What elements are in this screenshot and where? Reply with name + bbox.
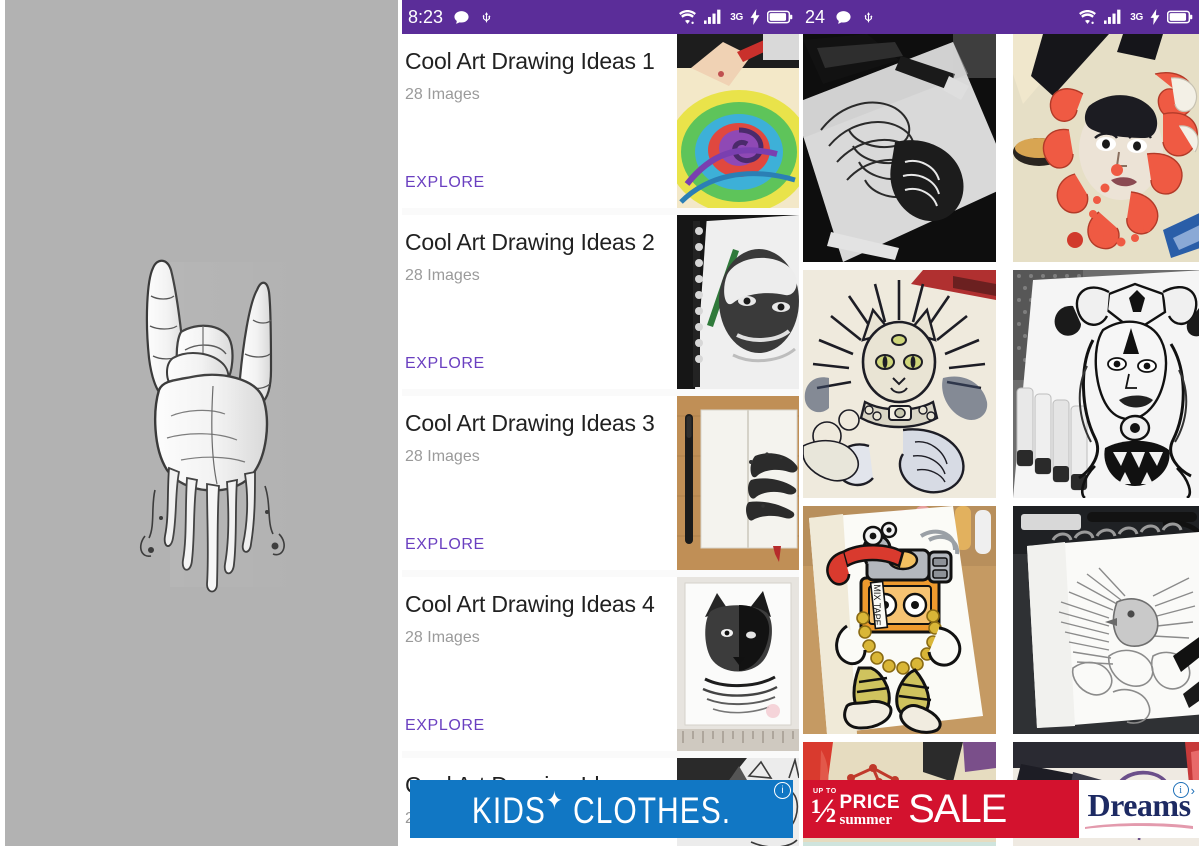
- card-body: Cool Art Drawing Ideas 1 28 Images EXPLO…: [402, 34, 677, 208]
- wifi-icon: [1078, 9, 1097, 25]
- category-list-screen: 8:23 3G Cool Art Drawing Ideas 1 28 Imag…: [402, 0, 799, 846]
- card-thumbnail[interactable]: [677, 396, 799, 570]
- ad-banner-text: KIDS✦ CLOTHES.: [471, 787, 732, 832]
- signal-icon: [704, 9, 723, 25]
- chevron-right-icon[interactable]: ›: [1191, 784, 1195, 797]
- card-subtitle: 28 Images: [405, 267, 480, 284]
- card-subtitle: 28 Images: [405, 629, 480, 646]
- grid-tile[interactable]: [1013, 506, 1199, 734]
- grid-tile[interactable]: [803, 34, 996, 262]
- status-clock: 8:23: [408, 6, 444, 27]
- grid-tile[interactable]: [803, 270, 996, 498]
- list-item[interactable]: Cool Art Drawing Ideas 2 28 Images EXPLO…: [402, 215, 799, 389]
- ad-banner-dreams-sale[interactable]: UP TO ½ PRICE summer SALE Dreams i ›: [803, 780, 1199, 838]
- card-body: Cool Art Drawing Ideas 2 28 Images EXPLO…: [402, 215, 677, 389]
- ad-brand-block: Dreams i ›: [1079, 780, 1199, 838]
- card-title: Cool Art Drawing Ideas 4: [405, 591, 655, 617]
- charging-bolt-icon: [750, 9, 760, 25]
- ad-upto-label: UP TO: [813, 788, 837, 795]
- status-clock: 24: [805, 6, 826, 27]
- screenshot-root: 8:23 3G Cool Art Drawing Ideas 1 28 Imag…: [0, 0, 1200, 846]
- brand-swoosh-icon: [1085, 823, 1193, 829]
- ad-info-badge[interactable]: i: [774, 782, 791, 799]
- wifi-icon: [678, 9, 697, 25]
- ad-price-label: PRICE: [839, 792, 901, 813]
- card-subtitle: 28 Images: [405, 448, 480, 465]
- grid-tile[interactable]: [1013, 34, 1199, 262]
- list-item[interactable]: Cool Art Drawing Ideas 3 28 Images EXPLO…: [402, 396, 799, 570]
- card-title: Cool Art Drawing Ideas 3: [405, 410, 655, 436]
- grid-tile[interactable]: MIX TAPE: [803, 506, 996, 734]
- usb-icon: [480, 9, 493, 26]
- ad-sale-label: SALE: [908, 787, 1007, 831]
- ad-summer-label: summer: [839, 812, 893, 828]
- status-bar-right: 24 3G: [799, 0, 1199, 34]
- message-icon: [835, 9, 852, 26]
- category-list[interactable]: Cool Art Drawing Ideas 1 28 Images EXPLO…: [402, 34, 799, 846]
- list-item[interactable]: Cool Art Drawing Ideas 1 28 Images EXPLO…: [402, 34, 799, 208]
- lightning-bolt-icon: ✦: [545, 787, 564, 816]
- image-grid-screen: 24 3G MIX TAPE UP TO ½ PRICE summer SALE…: [799, 0, 1199, 846]
- card-thumbnail[interactable]: [677, 577, 799, 751]
- splash-screen: [5, 0, 398, 846]
- info-circle-icon[interactable]: i: [1172, 782, 1189, 798]
- card-body: Cool Art Drawing Ideas 3 28 Images EXPLO…: [402, 396, 677, 570]
- network-type-label: 3G: [730, 11, 743, 23]
- explore-button[interactable]: EXPLORE: [405, 717, 677, 735]
- grid-tile[interactable]: [1013, 270, 1199, 498]
- svg-text:MIX TAPE: MIX TAPE: [872, 584, 882, 625]
- ad-half-fraction: ½: [811, 793, 837, 830]
- rock-hand-artwork: [125, 250, 300, 595]
- charging-bolt-icon: [1150, 9, 1160, 25]
- image-grid[interactable]: MIX TAPE: [799, 34, 1199, 846]
- usb-icon: [862, 9, 875, 26]
- card-title: Cool Art Drawing Ideas 1: [405, 48, 655, 74]
- card-thumbnail[interactable]: [677, 215, 799, 389]
- message-icon: [453, 9, 470, 26]
- battery-icon: [1166, 10, 1193, 24]
- card-thumbnail[interactable]: [677, 34, 799, 208]
- list-item[interactable]: Cool Art Drawing Ideas 4 28 Images EXPLO…: [402, 577, 799, 751]
- network-type-label: 3G: [1130, 11, 1143, 23]
- explore-button[interactable]: EXPLORE: [405, 536, 677, 554]
- card-title: Cool Art Drawing Ideas 2: [405, 229, 655, 255]
- status-bar-middle: 8:23 3G: [402, 0, 799, 34]
- explore-button[interactable]: EXPLORE: [405, 174, 677, 192]
- ad-banner-kids-clothes[interactable]: KIDS✦ CLOTHES. i: [410, 780, 793, 838]
- battery-icon: [766, 10, 793, 24]
- card-subtitle: 28 Images: [405, 86, 480, 103]
- ad-sale-block: UP TO ½ PRICE summer SALE: [803, 780, 1079, 838]
- explore-button[interactable]: EXPLORE: [405, 355, 677, 373]
- ad-choices-control[interactable]: i ›: [1172, 782, 1195, 798]
- signal-icon: [1104, 9, 1123, 25]
- card-body: Cool Art Drawing Ideas 4 28 Images EXPLO…: [402, 577, 677, 751]
